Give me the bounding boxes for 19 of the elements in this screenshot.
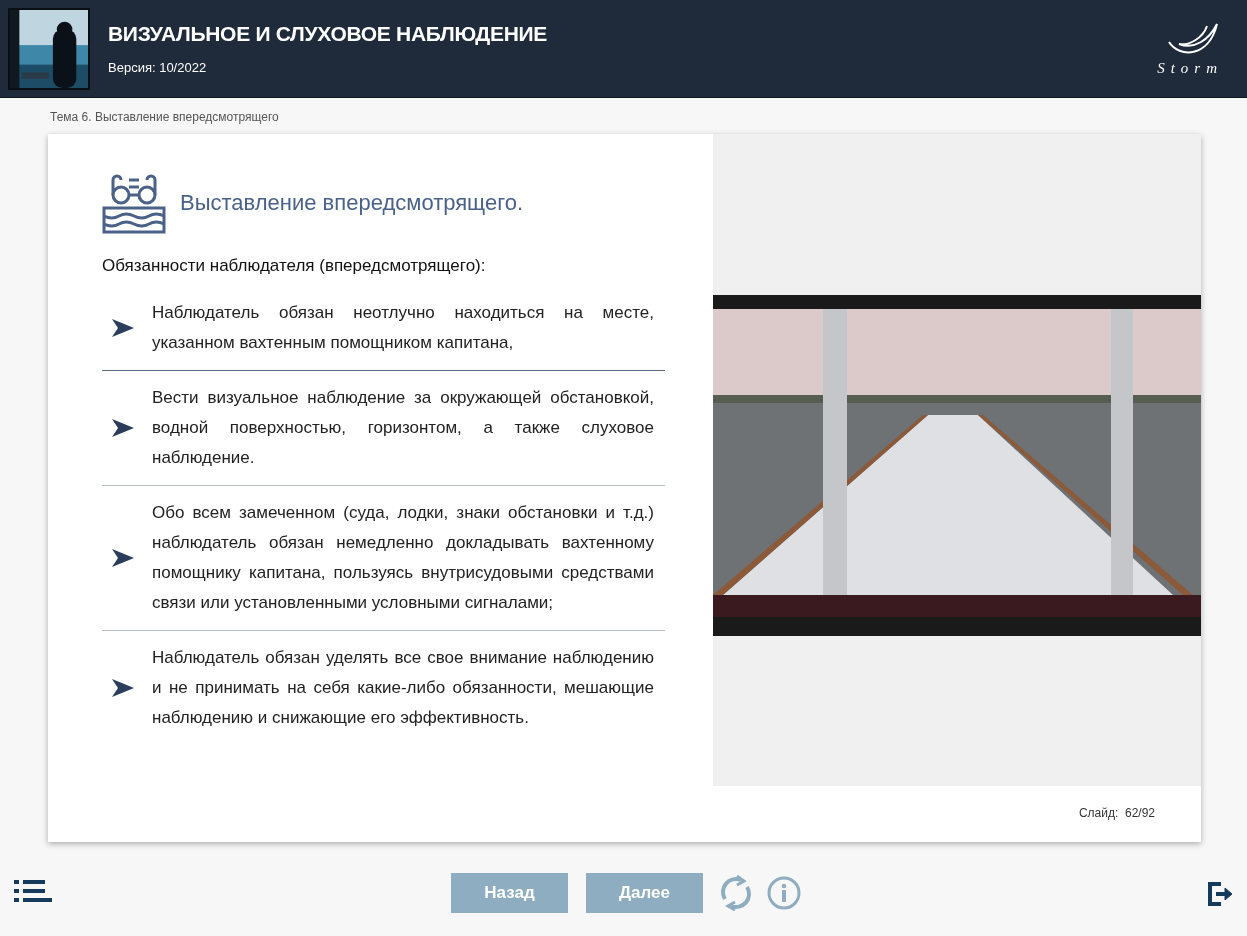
- version-label: Версия: 10/2022: [108, 59, 207, 75]
- duty-text: Наблюдатель обязан неотлучно находиться на месте, указанном вахтенным помощником капитана,: [152, 302, 654, 354]
- logo-text: Storm: [1157, 60, 1223, 77]
- nav-button[interactable]: Назад: [451, 873, 568, 913]
- list-heading: Обязанности наблюдателя (впередсмотрящего):: [102, 256, 487, 276]
- binoculars-icon: [102, 172, 166, 234]
- slide-counter: Слайд: 62/92: [1078, 806, 1155, 820]
- breadcrumb: Тема 6. Выставление впередсмотрящего: [50, 110, 279, 124]
- slide-heading: Выставление впередсмотрящего.: [180, 190, 524, 216]
- course-title: ВИЗУАЛЬНОЕ И СЛУХОВОЕ НАБЛЮДЕНИЕ: [108, 21, 549, 46]
- arrow-icon: [112, 419, 134, 437]
- duty-text: Вести визуальное наблюдение за окружающей обстановкой, водной поверхностью, горизонтом, а также слуховое наблюдение.: [152, 387, 654, 469]
- arrow-icon: [112, 319, 134, 337]
- arrow-icon: [112, 549, 134, 567]
- exit-icon[interactable]: [1207, 881, 1233, 907]
- arrow-icon: [112, 679, 134, 697]
- duty-text: Наблюдатель обязан уделять все свое внимание наблюдению и не принимать на себя какие-либо обязанности, мешающие наблюдению и снижающие его эффективность.: [152, 647, 654, 729]
- duty-text: Обо всем замеченном (суда, лодки, знаки обстановки и т.д.) наблюдатель обязан немедленно докладывать вахтенному помощнику капитана, пользуясь внутрисудовыми средствами связи или установленными условными сигналами;: [152, 502, 654, 614]
- nav-button[interactable]: Далее: [586, 873, 703, 913]
